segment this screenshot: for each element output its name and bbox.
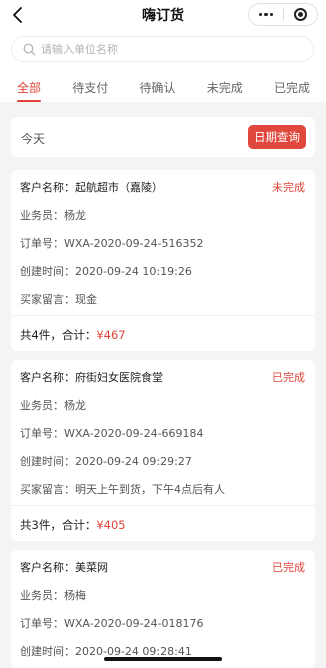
tab-pending-payment[interactable]: 待支付 xyxy=(72,68,108,102)
date-query-button[interactable]: 日期查询 xyxy=(248,125,306,149)
salesman: 业务员：杨龙 xyxy=(20,399,86,412)
search-bar xyxy=(0,30,326,68)
salesman: 业务员：杨龙 xyxy=(20,209,86,222)
card-divider xyxy=(11,315,315,316)
total-label: 共4件，合计： xyxy=(20,328,97,342)
order-status: 未完成 xyxy=(272,181,305,194)
total-label: 共3件，合计： xyxy=(20,518,97,532)
order-status: 已完成 xyxy=(272,561,305,574)
salesman: 业务员：杨梅 xyxy=(20,589,86,602)
mini-program-capsule xyxy=(248,3,318,26)
order-number: 订单号：WXA-2020-09-24-669184 xyxy=(20,427,204,440)
home-indicator xyxy=(104,657,222,661)
more-icon xyxy=(258,12,273,17)
order-number: 订单号：WXA-2020-09-24-516352 xyxy=(20,237,204,250)
top-nav-bar: 嗨订货 xyxy=(0,0,326,30)
buyer-message: 买家留言：现金 xyxy=(20,293,97,306)
customer-name: 客户名称：起航超市（嘉陵） xyxy=(20,181,163,194)
order-card[interactable]: 客户名称：美菜网 已完成 业务员：杨梅 订单号：WXA-2020-09-24-0… xyxy=(11,550,315,668)
buyer-message: 买家留言：明天上午到货，下午4点后有人 xyxy=(20,483,225,496)
search-box[interactable] xyxy=(11,36,314,62)
more-button[interactable] xyxy=(249,4,283,25)
search-icon xyxy=(23,43,36,56)
order-card[interactable]: 客户名称：起航超市（嘉陵） 未完成 业务员：杨龙 订单号：WXA-2020-09… xyxy=(11,170,315,351)
order-number: 订单号：WXA-2020-09-24-018176 xyxy=(20,617,204,630)
tab-incomplete[interactable]: 未完成 xyxy=(207,68,243,102)
search-input[interactable] xyxy=(41,42,281,56)
today-label: 今天 xyxy=(21,132,46,146)
close-mini-program-button[interactable] xyxy=(284,4,318,25)
order-status-tabs: 全部 待支付 待确认 未完成 已完成 xyxy=(0,68,326,102)
tab-pending-confirm[interactable]: 待确认 xyxy=(139,68,175,102)
total-price: ¥405 xyxy=(96,518,126,532)
order-card[interactable]: 客户名称：府街妇女医院食堂 已完成 业务员：杨龙 订单号：WXA-2020-09… xyxy=(11,360,315,541)
tab-completed[interactable]: 已完成 xyxy=(274,68,310,102)
created-time: 创建时间：2020-09-24 09:29:27 xyxy=(20,455,192,468)
date-filter-bar: 今天 日期查询 xyxy=(11,117,315,157)
customer-name: 客户名称：美菜网 xyxy=(20,561,108,574)
order-total: 共3件，合计：¥405 xyxy=(20,517,126,533)
tab-all[interactable]: 全部 xyxy=(17,68,42,102)
customer-name: 客户名称：府街妇女医院食堂 xyxy=(20,371,163,384)
target-icon xyxy=(293,8,307,21)
order-status: 已完成 xyxy=(272,371,305,384)
created-time: 创建时间：2020-09-24 10:19:26 xyxy=(20,265,192,278)
card-divider xyxy=(11,505,315,506)
total-price: ¥467 xyxy=(96,328,126,342)
order-total: 共4件，合计：¥467 xyxy=(20,327,126,343)
